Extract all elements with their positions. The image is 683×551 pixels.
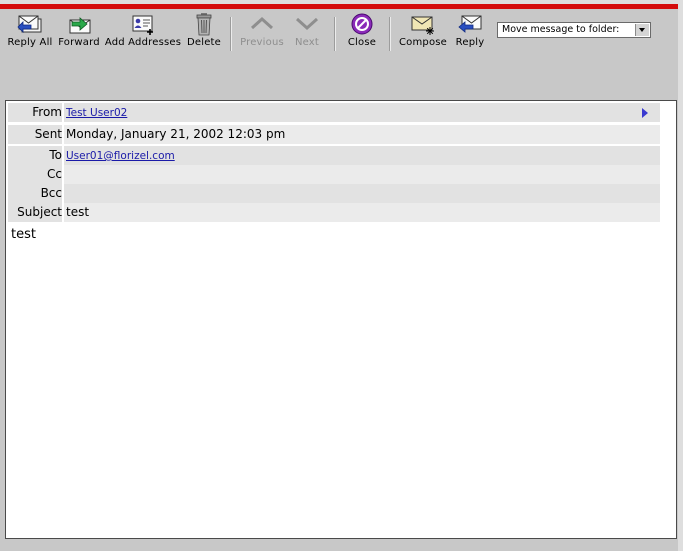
- reply-all-button[interactable]: Reply All: [4, 9, 56, 53]
- add-addresses-label: Add Addresses: [104, 37, 182, 48]
- from-label: From: [8, 103, 62, 122]
- toolbar-separator: [334, 17, 336, 51]
- delete-button[interactable]: Delete: [185, 9, 223, 53]
- reply-all-icon: [17, 15, 42, 33]
- move-to-folder-selected-value: Move message to folder:: [502, 24, 620, 35]
- reply-label: Reply: [455, 37, 485, 48]
- reply-button[interactable]: Reply: [452, 9, 488, 53]
- trash-icon: [196, 13, 212, 36]
- cc-value: [64, 165, 660, 184]
- from-row: From Test User02: [8, 103, 660, 122]
- message-body: test: [11, 227, 36, 242]
- bcc-row: Bcc: [8, 184, 660, 203]
- toolbar-separator: [230, 17, 232, 51]
- toolbar: Reply All Forward Add Addresses Delete P…: [0, 9, 678, 99]
- compose-label: Compose: [398, 37, 448, 48]
- compose-icon: [411, 16, 434, 35]
- previous-label: Previous: [240, 37, 284, 48]
- sent-row: Sent Monday, January 21, 2002 12:03 pm: [8, 125, 660, 144]
- forward-label: Forward: [58, 37, 100, 48]
- chevron-down-icon[interactable]: [635, 24, 649, 36]
- close-icon: [351, 13, 373, 35]
- to-label: To: [8, 146, 62, 165]
- cc-row: Cc: [8, 165, 660, 184]
- expand-arrow-icon[interactable]: [642, 108, 648, 118]
- subject-label: Subject: [8, 203, 62, 222]
- reply-all-label: Reply All: [7, 37, 53, 48]
- toolbar-separator: [389, 17, 391, 51]
- address-book-icon: [132, 15, 153, 35]
- subject-value: test: [64, 203, 660, 222]
- from-value: Test User02: [64, 103, 660, 122]
- chevron-up-icon: [250, 16, 274, 30]
- window-right-edge: [678, 0, 683, 551]
- sent-label: Sent: [8, 125, 62, 144]
- next-label: Next: [294, 37, 320, 48]
- reply-icon: [458, 15, 482, 33]
- compose-button[interactable]: Compose: [398, 9, 448, 53]
- message-panel: From Test User02 Sent Monday, January 21…: [5, 100, 677, 539]
- sent-value: Monday, January 21, 2002 12:03 pm: [64, 125, 660, 144]
- forward-button[interactable]: Forward: [58, 9, 100, 53]
- delete-label: Delete: [186, 37, 222, 48]
- chevron-down-icon: [295, 17, 319, 31]
- subject-row: Subject test: [8, 203, 660, 222]
- bcc-label: Bcc: [8, 184, 62, 203]
- close-label: Close: [347, 37, 377, 48]
- bcc-value: [64, 184, 660, 203]
- add-addresses-button[interactable]: Add Addresses: [103, 9, 183, 53]
- close-button[interactable]: Close: [343, 9, 381, 53]
- next-button[interactable]: Next: [290, 9, 324, 53]
- cc-label: Cc: [8, 165, 62, 184]
- move-to-folder-select[interactable]: Move message to folder:: [497, 22, 651, 38]
- to-link[interactable]: User01@florizel.com: [66, 150, 175, 162]
- to-row: To User01@florizel.com: [8, 146, 660, 165]
- forward-icon: [69, 17, 91, 34]
- from-link[interactable]: Test User02: [66, 107, 127, 119]
- to-value: User01@florizel.com: [64, 146, 660, 165]
- previous-button[interactable]: Previous: [238, 9, 286, 53]
